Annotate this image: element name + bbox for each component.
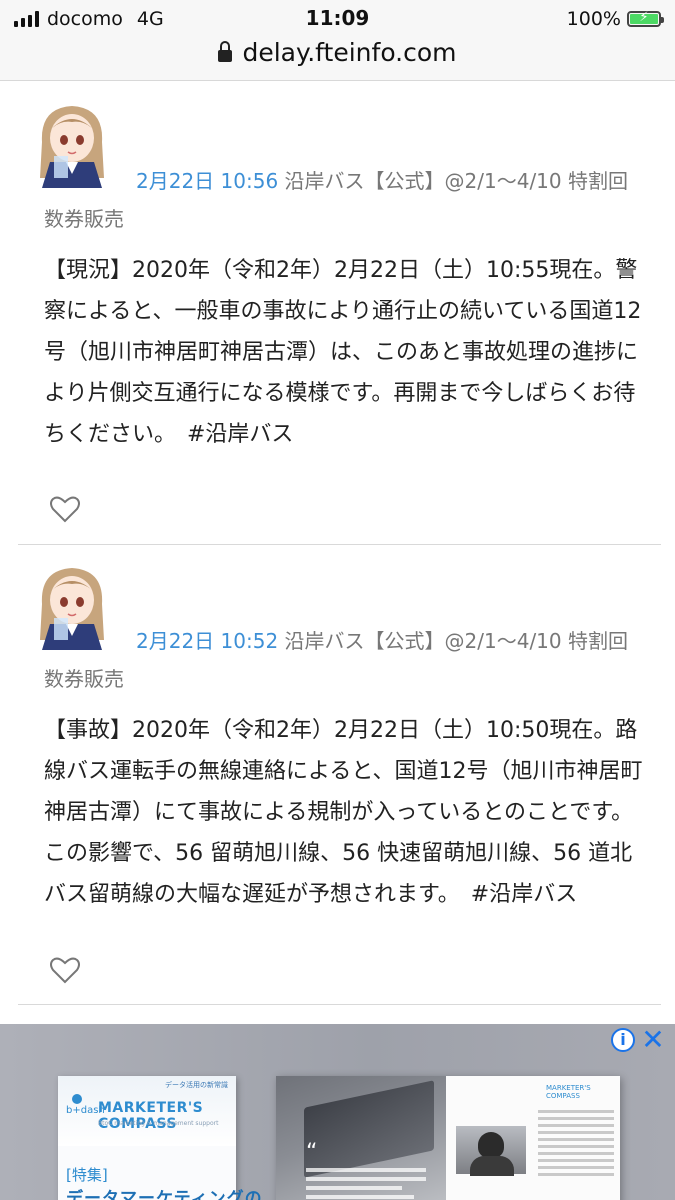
brand-logo: b+dash [66, 1094, 105, 1116]
post-header: 2月22日 10:56 沿岸バス【公式】@2/1〜4/10 特割回数券販売 [44, 162, 644, 238]
heart-icon[interactable] [50, 495, 80, 523]
post-date[interactable]: 2月22日 10:56 [136, 169, 278, 193]
ad-info-icon[interactable]: i [611, 1028, 635, 1052]
magazine-headline: データマーケティングの [66, 1189, 263, 1200]
charging-icon: ⚡ [639, 10, 649, 25]
post-body: 【事故】2020年（令和2年）2月22日（土）10:50現在。路線バス運転手の無… [44, 718, 643, 907]
post-account: 沿岸バス【公式】@2/1〜4/10 特割回数券販売 [44, 629, 628, 691]
post-body: 【現況】2020年（令和2年）2月22日（土）10:55現在。警察によると、一般… [44, 258, 642, 447]
post-header: 2月22日 10:52 沿岸バス【公式】@2/1〜4/10 特割回数券販売 [44, 622, 644, 698]
post-date[interactable]: 2月22日 10:52 [136, 629, 278, 653]
magazine-tag: データ活用の新常識 [165, 1081, 228, 1089]
battery-percent: 100% [566, 8, 621, 30]
interview-photo [456, 1126, 526, 1176]
lock-icon [218, 40, 233, 62]
magazine-spread: “ MARKETER'S COMPASS [276, 1076, 620, 1200]
feature-label: [特集] [66, 1166, 108, 1184]
post-account: 沿岸バス【公式】@2/1〜4/10 特割回数券販売 [44, 169, 628, 231]
address-bar[interactable]: delay.fteinfo.com [0, 38, 675, 67]
ad-close-icon[interactable]: ✕ [639, 1026, 667, 1054]
magazine-subtitle: BtoC marketing & management support [98, 1120, 219, 1127]
url-text: delay.fteinfo.com [242, 38, 457, 67]
spread-logo: MARKETER'S COMPASS [546, 1084, 591, 1100]
ad-banner[interactable]: データ活用の新常識 b+dash MARKETER'S COMPASS BtoC… [0, 1024, 675, 1200]
battery-icon: ⚡ [627, 10, 664, 27]
quote-mark: “ [306, 1140, 318, 1165]
heart-icon[interactable] [50, 956, 80, 984]
status-right: 100% ⚡ [566, 7, 664, 31]
magazine-title: MARKETER'S COMPASS [98, 1100, 204, 1132]
browser-header: docomo 4G 11:09 100% ⚡ delay.fteinfo.com [0, 0, 675, 81]
magazine-cover: データ活用の新常識 b+dash MARKETER'S COMPASS BtoC… [58, 1076, 262, 1200]
post-divider [18, 1004, 661, 1005]
post-divider [18, 544, 661, 545]
